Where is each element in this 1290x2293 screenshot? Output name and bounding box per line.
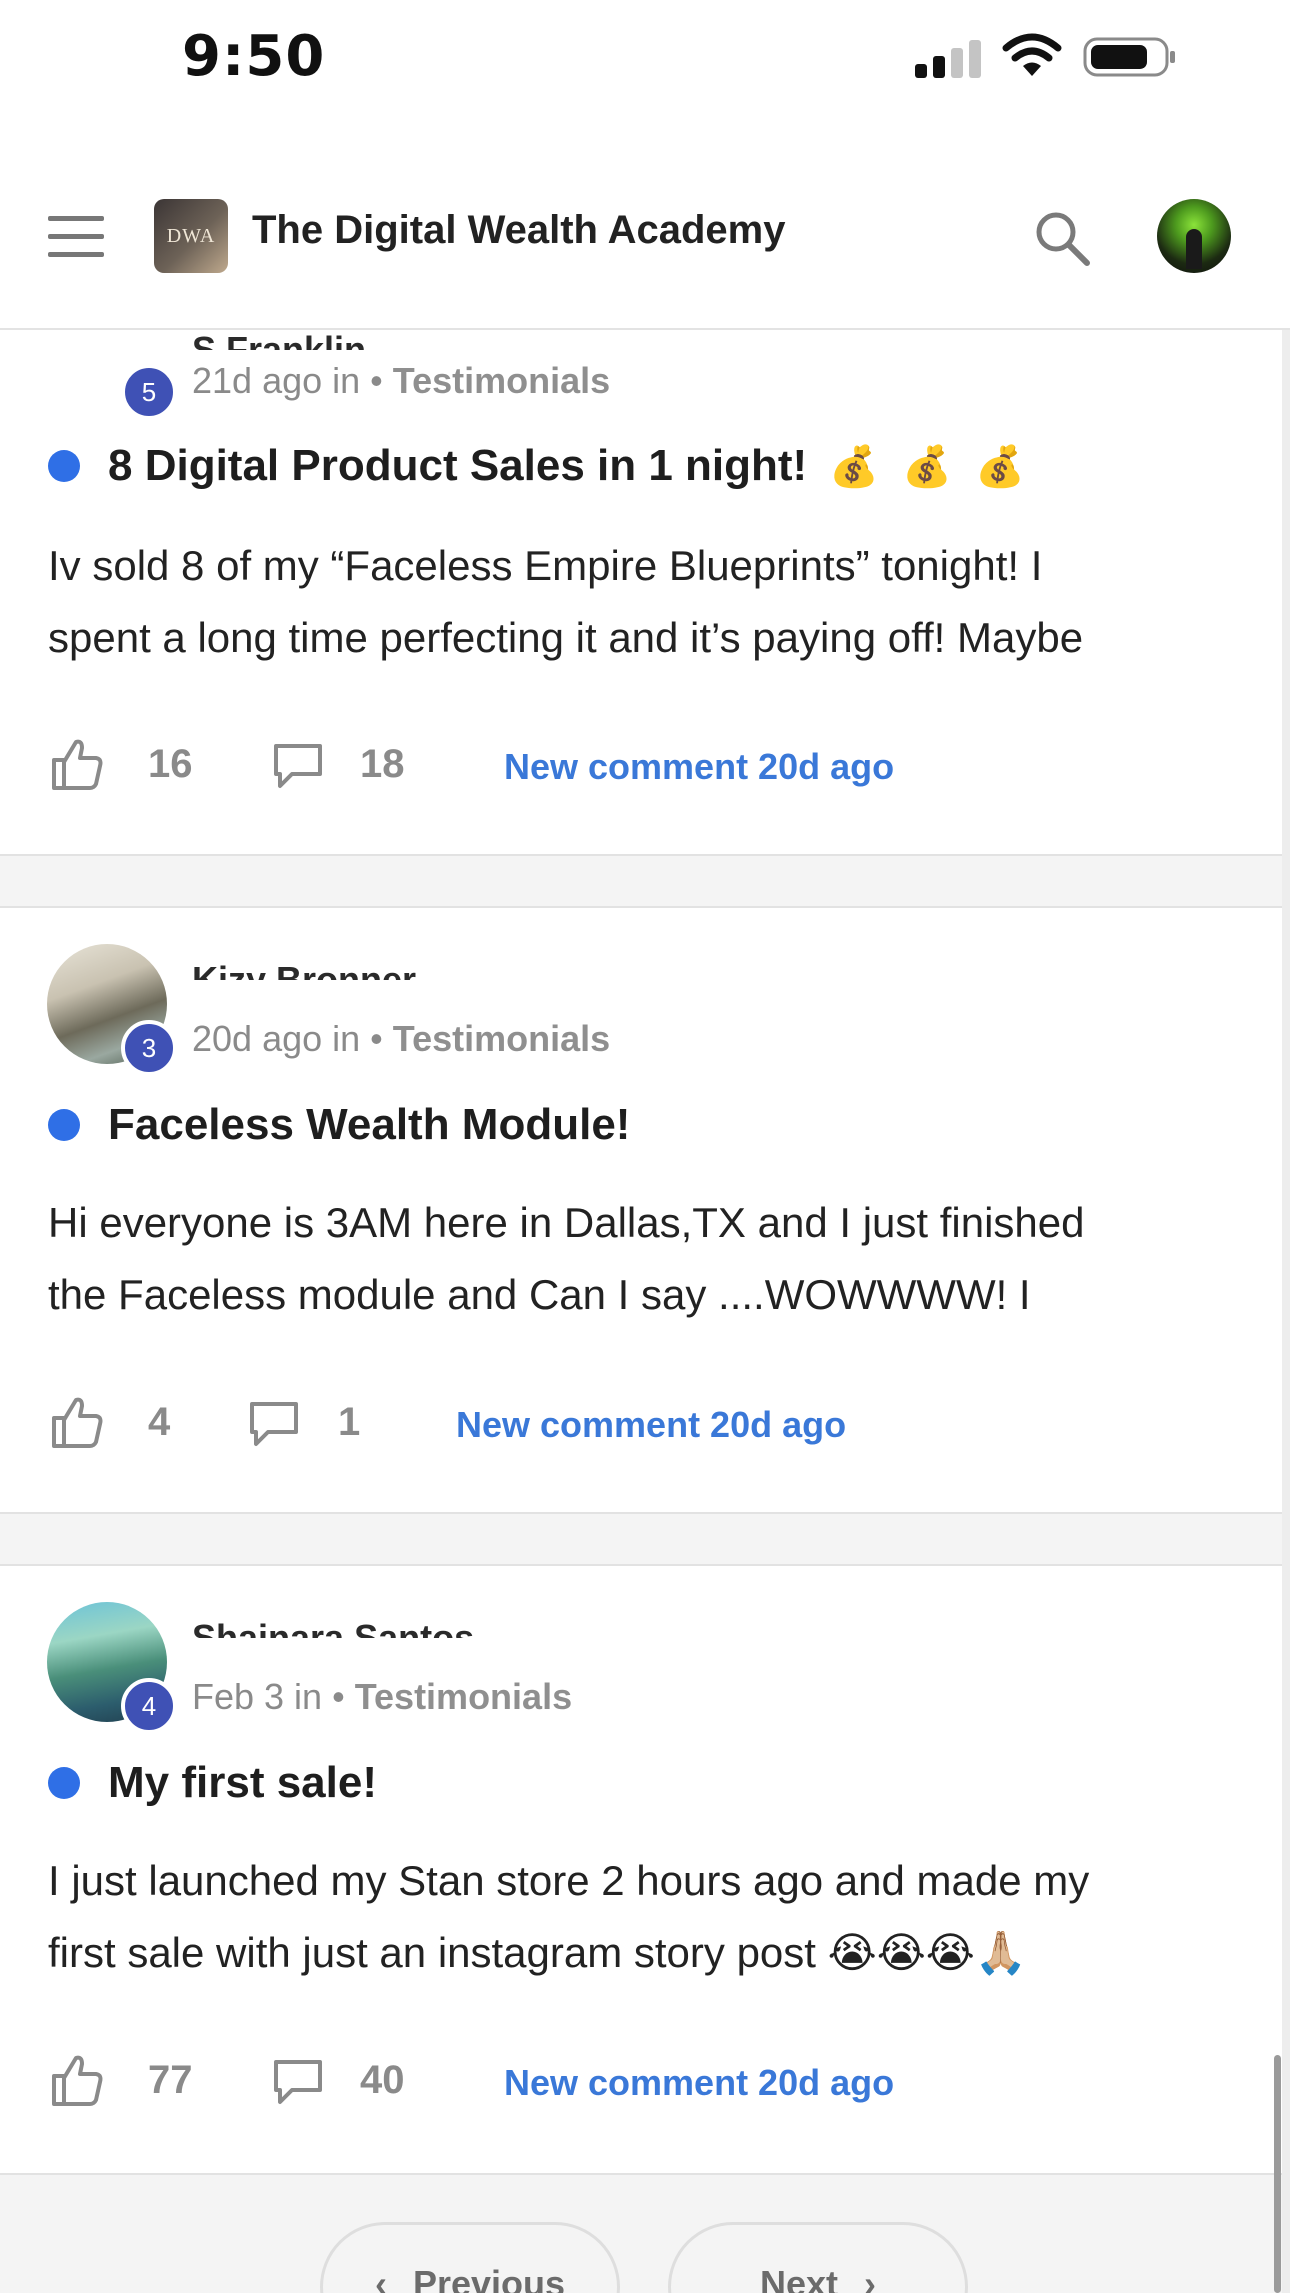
post-card[interactable]: Shainara Santos 4 Feb 3 in • Testimonial… (0, 1568, 1290, 2172)
post-divider (0, 1512, 1290, 1566)
battery-icon (1083, 37, 1175, 77)
new-comment-link[interactable]: New comment 20d ago (504, 746, 894, 788)
post-card[interactable]: S Franklin 5 21d ago in • Testimonials 8… (0, 329, 1290, 852)
community-logo[interactable]: DWA (154, 199, 228, 273)
money-bag-emoji: 💰 💰 💰 (829, 444, 1031, 489)
next-label: Next (759, 2263, 839, 2293)
pagination-bar (0, 2173, 1290, 2293)
comment-count: 1 (338, 1400, 361, 1444)
scrollbar-thumb[interactable] (1274, 2055, 1281, 2293)
post-time: 21d ago in (192, 360, 361, 401)
post-author-name[interactable]: Kizy Bronner (192, 954, 416, 980)
next-page-button[interactable]: Next › (668, 2222, 968, 2293)
user-avatar[interactable] (1157, 199, 1231, 273)
post-category-link[interactable]: Testimonials (393, 360, 610, 401)
previous-label: Previous (412, 2263, 566, 2293)
post-actions: 16 18 New comment 20d ago (48, 736, 1248, 796)
level-badge: 4 (121, 1678, 177, 1734)
community-title[interactable]: The Digital Wealth Academy (252, 208, 785, 253)
chevron-right-icon: › (864, 2263, 877, 2293)
post-author-name[interactable]: Shainara Santos (192, 1612, 474, 1638)
post-meta: 21d ago in • Testimonials (192, 360, 611, 401)
chevron-left-icon: ‹ (374, 2263, 387, 2293)
like-count: 16 (148, 742, 193, 786)
post-meta: Feb 3 in • Testimonials (192, 1676, 573, 1717)
like-thumbs-up-icon[interactable] (48, 736, 104, 792)
logo-text: DWA (166, 224, 216, 247)
comment-count: 40 (360, 2058, 405, 2102)
page-edge (1282, 330, 1290, 2293)
hamburger-menu-icon[interactable] (48, 216, 104, 258)
post-card[interactable]: Kizy Bronner 3 20d ago in • Testimonials… (0, 910, 1290, 1512)
wifi-icon (1002, 33, 1062, 76)
status-time: 9:50 (182, 24, 326, 89)
post-title[interactable]: Faceless Wealth Module! (48, 1100, 630, 1150)
like-thumbs-up-icon[interactable] (48, 1394, 104, 1450)
comment-bubble-icon[interactable] (270, 2052, 326, 2108)
post-title[interactable]: My first sale! (48, 1758, 377, 1808)
post-category-link[interactable]: Testimonials (355, 1676, 572, 1717)
post-title-text[interactable]: Faceless Wealth Module! (108, 1100, 630, 1150)
post-meta: 20d ago in • Testimonials (192, 1018, 611, 1059)
search-icon[interactable] (1032, 208, 1092, 268)
post-excerpt[interactable]: Hi everyone is 3AM here in Dallas,TX and… (48, 1187, 1248, 1331)
unread-dot (48, 450, 80, 482)
previous-page-button[interactable]: ‹ Previous (320, 2222, 620, 2293)
post-actions: 77 40 New comment 20d ago (48, 2052, 1248, 2112)
post-actions: 4 1 New comment 20d ago (48, 1394, 1248, 1454)
post-time: Feb 3 in (192, 1676, 323, 1717)
new-comment-link[interactable]: New comment 20d ago (456, 1404, 846, 1446)
post-title-text[interactable]: 8 Digital Product Sales in 1 night! (108, 441, 807, 491)
unread-dot (48, 1767, 80, 1799)
cellular-signal-icon (915, 38, 981, 78)
level-badge: 3 (121, 1020, 177, 1076)
post-excerpt[interactable]: I just launched my Stan store 2 hours ag… (48, 1845, 1248, 1989)
post-time: 20d ago in (192, 1018, 361, 1059)
post-divider (0, 854, 1290, 908)
status-bar: 9:50 (0, 0, 1290, 120)
post-category-link[interactable]: Testimonials (393, 1018, 610, 1059)
comment-bubble-icon[interactable] (246, 1394, 302, 1450)
unread-dot (48, 1109, 80, 1141)
new-comment-link[interactable]: New comment 20d ago (504, 2062, 894, 2104)
post-title[interactable]: 8 Digital Product Sales in 1 night! 💰 💰 … (48, 441, 1031, 491)
post-title-text[interactable]: My first sale! (108, 1758, 377, 1808)
like-count: 77 (148, 2058, 193, 2102)
comment-count: 18 (360, 742, 405, 786)
like-thumbs-up-icon[interactable] (48, 2052, 104, 2108)
comment-bubble-icon[interactable] (270, 736, 326, 792)
level-badge: 5 (121, 364, 177, 420)
post-excerpt[interactable]: Iv sold 8 of my “Faceless Empire Bluepri… (48, 530, 1248, 674)
like-count: 4 (148, 1400, 171, 1444)
